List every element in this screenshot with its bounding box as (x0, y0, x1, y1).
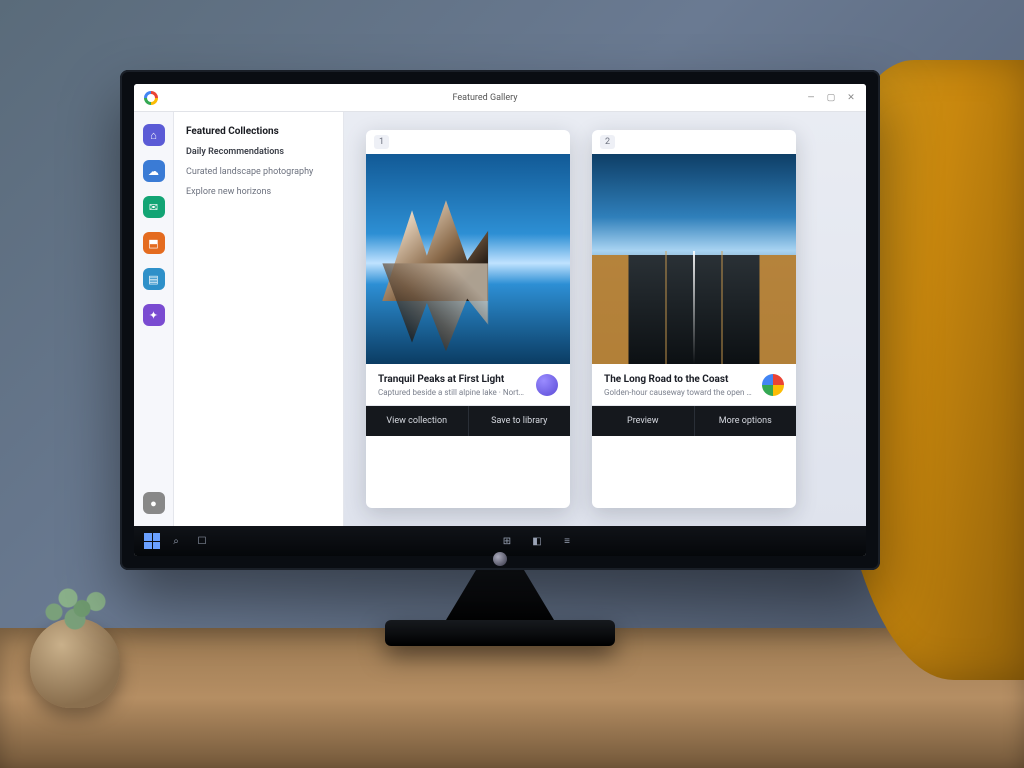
card-meta: Tranquil Peaks at First Light Captured b… (366, 364, 570, 405)
rail-home-icon[interactable]: ⌂ (143, 124, 165, 146)
potted-plant (30, 618, 120, 708)
card-subtitle: Golden-hour causeway toward the open sea (604, 388, 752, 397)
card-title: The Long Road to the Coast (604, 374, 752, 385)
card-thumbnail-mountain[interactable] (366, 154, 570, 364)
rail-files-icon[interactable]: ▤ (143, 268, 165, 290)
card-secondary-action[interactable]: Save to library (468, 406, 571, 436)
taskbar-pinned-icon[interactable]: ◧ (527, 531, 547, 551)
rail-store-icon[interactable]: ⬒ (143, 232, 165, 254)
taskbar-taskview-icon[interactable]: ☐ (192, 531, 212, 551)
author-avatar-icon[interactable] (536, 374, 558, 396)
author-avatar-icon[interactable] (762, 374, 784, 396)
workspace: ⌂ ☁ ✉ ⬒ ▤ ✦ ● Featured Collections Daily… (134, 112, 866, 526)
taskbar-search-icon[interactable]: ⌕ (166, 531, 186, 551)
monitor-brand-badge (493, 552, 507, 566)
card-thumbnail-road[interactable] (592, 154, 796, 364)
window-maximize-button[interactable]: ▢ (826, 93, 836, 103)
card-action-bar: Preview More options (592, 405, 796, 436)
card-title: Tranquil Peaks at First Light (378, 374, 526, 385)
content-card[interactable]: 1 Tranquil Peaks at First Light Captured… (366, 130, 570, 508)
card-secondary-action[interactable]: More options (694, 406, 797, 436)
window-controls: — ▢ ✕ (806, 93, 856, 103)
card-subtitle: Captured beside a still alpine lake · No… (378, 388, 526, 397)
rail-messages-icon[interactable]: ✉ (143, 196, 165, 218)
window-minimize-button[interactable]: — (806, 93, 816, 103)
side-panel-subheading: Daily Recommendations (186, 147, 331, 157)
content-card[interactable]: 2 The Long Road to the Coast Golden-hour… (592, 130, 796, 508)
card-meta: The Long Road to the Coast Golden-hour c… (592, 364, 796, 405)
card-tag-icon: 1 (374, 135, 389, 149)
desk-surface (0, 628, 1024, 768)
side-panel-heading: Featured Collections (186, 126, 331, 137)
card-header: 2 (592, 130, 796, 154)
card-tag-icon: 2 (600, 135, 615, 149)
monitor-bezel: Featured Gallery — ▢ ✕ ⌂ ☁ ✉ ⬒ ▤ ✦ ● Fea… (120, 70, 880, 570)
canvas-right-gutter (818, 130, 844, 508)
monitor-base (385, 620, 615, 646)
window-titlebar: Featured Gallery — ▢ ✕ (134, 84, 866, 112)
screen: Featured Gallery — ▢ ✕ ⌂ ☁ ✉ ⬒ ▤ ✦ ● Fea… (134, 84, 866, 556)
side-panel-line: Curated landscape photography (186, 167, 331, 177)
card-action-bar: View collection Save to library (366, 405, 570, 436)
taskbar-center-group: ⊞ ◧ ≡ (218, 531, 856, 551)
app-logo-icon (144, 91, 158, 105)
card-header: 1 (366, 130, 570, 154)
taskbar-pinned-icon[interactable]: ≡ (557, 531, 577, 551)
card-primary-action[interactable]: Preview (592, 406, 694, 436)
side-panel: Featured Collections Daily Recommendatio… (174, 112, 344, 526)
rail-cloud-icon[interactable]: ☁ (143, 160, 165, 182)
window-close-button[interactable]: ✕ (846, 93, 856, 103)
side-panel-line: Explore new horizons (186, 187, 331, 197)
card-primary-action[interactable]: View collection (366, 406, 468, 436)
rail-voice-icon[interactable]: ● (143, 492, 165, 514)
taskbar-pinned-icon[interactable]: ⊞ (497, 531, 517, 551)
nav-rail: ⌂ ☁ ✉ ⬒ ▤ ✦ ● (134, 112, 174, 526)
main-canvas: 1 Tranquil Peaks at First Light Captured… (344, 112, 866, 526)
start-button-icon[interactable] (144, 533, 160, 549)
rail-apps-icon[interactable]: ✦ (143, 304, 165, 326)
titlebar-center-text: Featured Gallery (452, 93, 517, 103)
